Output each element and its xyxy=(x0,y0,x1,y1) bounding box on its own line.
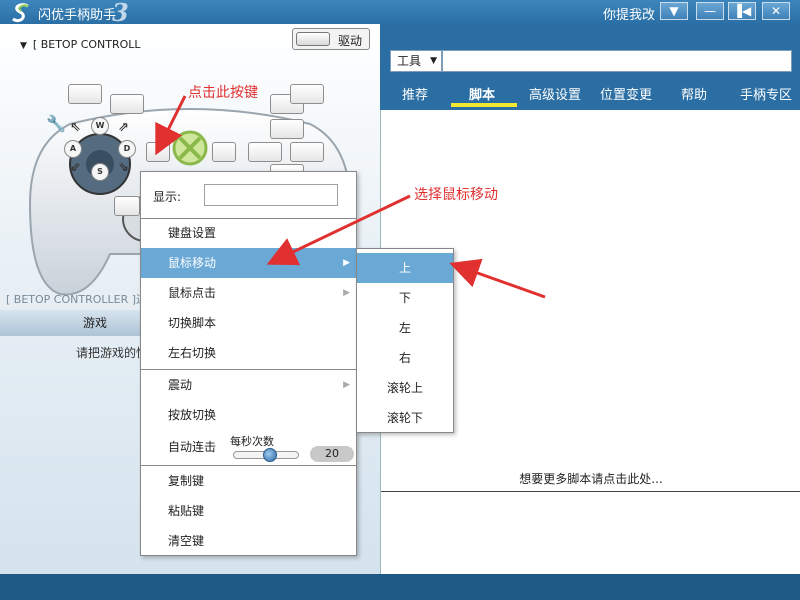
tab-gamepad-zone[interactable]: 手柄专区 xyxy=(740,84,792,103)
tab-advanced[interactable]: 高级设置 xyxy=(529,84,581,103)
menu-item-left-right-switch[interactable]: 左右切换 xyxy=(141,338,356,368)
submenu-item-wheel-down[interactable]: 滚轮下 xyxy=(357,403,453,433)
submenu-item-up[interactable]: 上 xyxy=(357,253,453,283)
bottom-bar xyxy=(0,574,800,600)
key-slot[interactable] xyxy=(146,142,170,162)
arrow-down-left-icon[interactable]: ⇙ xyxy=(70,160,81,175)
close-button[interactable]: ✕ xyxy=(762,2,790,20)
repeat-rate-value: 20 xyxy=(310,446,354,462)
dropdown-button[interactable]: ▼ xyxy=(660,2,688,20)
key-s[interactable]: S xyxy=(91,163,109,181)
display-input[interactable] xyxy=(204,184,338,206)
right-header: 工具 ▼ xyxy=(380,24,800,110)
tool-input[interactable] xyxy=(442,50,792,72)
controller-status: [ BETOP CONTROLLER ]连 xyxy=(6,293,148,306)
mouse-move-submenu: 上 下 左 右 滚轮上 滚轮下 xyxy=(356,248,454,433)
slider-thumb[interactable] xyxy=(263,448,277,462)
menu-item-press-release-toggle[interactable]: 按放切换 xyxy=(141,400,356,430)
wrench-icon[interactable]: 🔧 xyxy=(46,114,66,133)
controller-select[interactable]: ▼ [ BETOP CONTROLL xyxy=(20,38,141,51)
version-mark: 3 xyxy=(112,0,129,27)
game-hint: 请把游戏的快 xyxy=(76,346,149,360)
tab-position[interactable]: 位置变更 xyxy=(600,84,652,103)
title-bar: 闪优手柄助手 3 你提我改 ▼ — ▐◀ ✕ xyxy=(0,0,800,27)
key-w[interactable]: W xyxy=(91,117,109,135)
submenu-item-right[interactable]: 右 xyxy=(357,343,453,373)
dock-button[interactable]: ▐◀ xyxy=(728,2,756,20)
app-title: 闪优手柄助手 xyxy=(38,8,117,23)
driver-label: 驱动 xyxy=(338,34,363,48)
driver-button[interactable]: 驱动 xyxy=(292,28,370,50)
chevron-down-icon: ▼ xyxy=(430,56,437,66)
arrow-up-left-icon[interactable]: ⇖ xyxy=(70,120,81,135)
submenu-item-left[interactable]: 左 xyxy=(357,313,453,343)
submenu-item-wheel-up[interactable]: 滚轮上 xyxy=(357,373,453,403)
annotation-click-key: 点击此按键 xyxy=(188,85,258,101)
key-slot[interactable] xyxy=(114,196,140,216)
annotation-choose-mouse-move: 选择鼠标移动 xyxy=(414,187,498,203)
arrow-down-right-icon[interactable]: ⇘ xyxy=(118,160,129,175)
active-tab-underline xyxy=(451,103,517,107)
dropdown-triangle-icon: ▼ xyxy=(20,41,27,51)
submenu-arrow-icon: ▶ xyxy=(343,258,350,268)
submenu-arrow-icon: ▶ xyxy=(343,288,350,298)
menu-item-paste-key[interactable]: 粘贴键 xyxy=(141,496,356,526)
key-slot[interactable] xyxy=(290,84,324,104)
tab-help[interactable]: 帮助 xyxy=(681,84,707,103)
submenu-arrow-icon: ▶ xyxy=(343,380,350,390)
repeat-rate-label: 每秒次数 xyxy=(230,435,274,448)
tab-recommend[interactable]: 推荐 xyxy=(402,84,428,103)
more-scripts-link[interactable]: 想要更多脚本请点击此处... xyxy=(381,470,800,487)
arrow-up-right-icon[interactable]: ⇗ xyxy=(118,120,129,135)
tool-select[interactable]: 工具 ▼ xyxy=(390,50,442,72)
key-slot[interactable] xyxy=(270,119,304,139)
divider xyxy=(381,491,800,492)
key-slot[interactable] xyxy=(212,142,236,162)
key-d[interactable]: D xyxy=(118,140,136,158)
key-slot[interactable] xyxy=(290,142,324,162)
key-context-menu: 显示: 键盘设置 鼠标移动 ▶ 鼠标点击 ▶ 切换脚本 左右切换 震动 ▶ 按放切换 … xyxy=(140,171,357,556)
menu-item-vibrate[interactable]: 震动 ▶ xyxy=(141,370,356,400)
menu-item-clear-key[interactable]: 清空键 xyxy=(141,526,356,556)
submenu-item-down[interactable]: 下 xyxy=(357,283,453,313)
key-slot[interactable] xyxy=(248,142,282,162)
menu-item-mouse-move[interactable]: 鼠标移动 ▶ xyxy=(141,248,356,278)
menu-item-copy-key[interactable]: 复制键 xyxy=(141,466,356,496)
menu-item-keyboard-settings[interactable]: 键盘设置 xyxy=(141,218,356,248)
controller-name: [ BETOP CONTROLL xyxy=(32,38,141,51)
display-label: 显示: xyxy=(153,190,182,204)
feedback-link[interactable]: 你提我改 xyxy=(603,4,655,23)
key-a[interactable]: A xyxy=(64,140,82,158)
minimize-button[interactable]: — xyxy=(696,2,724,20)
driver-toggle[interactable] xyxy=(296,32,330,46)
tab-script[interactable]: 脚本 xyxy=(469,84,495,103)
tool-select-value: 工具 xyxy=(397,54,422,68)
repeat-rate-slider[interactable] xyxy=(233,448,299,462)
menu-item-switch-script[interactable]: 切换脚本 xyxy=(141,308,356,338)
menu-item-mouse-click[interactable]: 鼠标点击 ▶ xyxy=(141,278,356,308)
key-slot[interactable] xyxy=(110,94,144,114)
app-logo-icon xyxy=(12,3,29,23)
key-slot[interactable] xyxy=(68,84,102,104)
